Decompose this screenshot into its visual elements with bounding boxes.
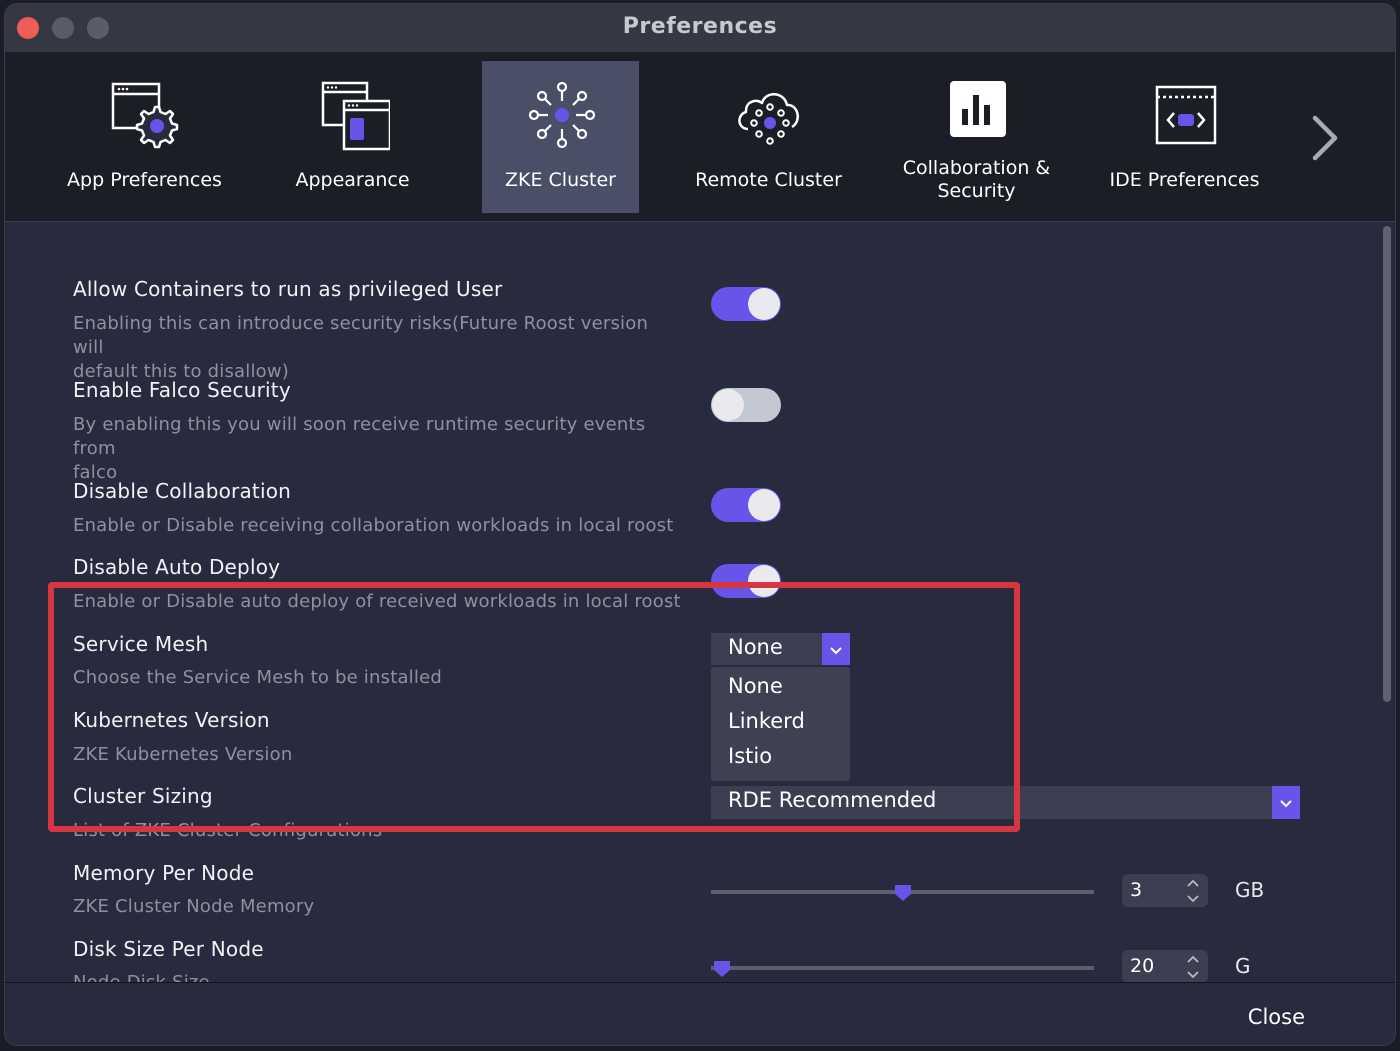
setting-title-falco: Enable Falco Security: [73, 378, 291, 402]
disk-stepper[interactable]: 20: [1122, 950, 1208, 982]
setting-title-service-mesh: Service Mesh: [73, 632, 209, 656]
preferences-window: Preferences App Preferences Appearance Z…: [5, 4, 1395, 1045]
cluster-sizing-selected-value: RDE Recommended: [728, 788, 937, 812]
preferences-toolbar: App Preferences Appearance ZKE Cluster R…: [5, 53, 1395, 222]
service-mesh-select[interactable]: None: [711, 633, 850, 665]
remote-cluster-icon: [738, 93, 799, 145]
tab-label-line2: Security: [937, 180, 1016, 202]
slider-thumb[interactable]: [713, 960, 731, 978]
stepper-arrows-icon[interactable]: [1186, 953, 1200, 981]
disable-auto-deploy-toggle[interactable]: [711, 564, 781, 598]
tab-remote-cluster[interactable]: Remote Cluster: [690, 61, 847, 213]
service-mesh-options: None Linkerd Istio: [711, 667, 850, 781]
tab-collaboration-security[interactable]: Collaboration & Security: [898, 61, 1055, 213]
setting-title-privileged: Allow Containers to run as privileged Us…: [73, 277, 503, 301]
vertical-scrollbar[interactable]: [1383, 226, 1391, 702]
tab-label: Remote Cluster: [695, 169, 842, 191]
memory-slider[interactable]: [711, 885, 1094, 901]
setting-title-kubernetes-version: Kubernetes Version: [73, 708, 270, 732]
memory-value: 3: [1130, 879, 1143, 901]
option-none[interactable]: None: [728, 674, 783, 698]
tab-label: App Preferences: [67, 169, 222, 191]
stepper-arrows-icon[interactable]: [1186, 877, 1200, 905]
footer-bar: Close: [5, 982, 1395, 1045]
close-button[interactable]: Close: [1248, 1005, 1305, 1029]
chevron-down-icon: [1280, 800, 1292, 808]
setting-title-memory: Memory Per Node: [73, 861, 255, 885]
privileged-user-toggle[interactable]: [711, 287, 781, 321]
tab-label: ZKE Cluster: [505, 169, 616, 191]
tab-label-line1: Collaboration &: [902, 157, 1051, 179]
disk-unit: G: [1235, 954, 1251, 978]
desc-line: Enabling this can introduce security ris…: [73, 313, 649, 358]
toggle-knob: [748, 288, 780, 320]
disable-collaboration-toggle[interactable]: [711, 488, 781, 522]
disk-slider[interactable]: [711, 961, 1094, 977]
setting-desc-memory: ZKE Cluster Node Memory: [73, 896, 315, 917]
service-mesh-selected-value: None: [728, 635, 783, 659]
setting-title-auto-deploy: Disable Auto Deploy: [73, 555, 281, 579]
tab-app-preferences[interactable]: App Preferences: [66, 61, 223, 213]
setting-desc-disk: Node Disk Size: [73, 971, 683, 982]
chevron-right-icon[interactable]: [1305, 113, 1345, 163]
setting-desc-falco: By enabling this you will soon receive r…: [73, 413, 683, 485]
setting-title-collaboration: Disable Collaboration: [73, 479, 292, 503]
tab-label: Collaboration & Security: [878, 157, 1075, 203]
toggle-knob: [748, 489, 780, 521]
option-istio[interactable]: Istio: [728, 744, 772, 768]
setting-desc-cluster-sizing: List of ZKE Cluster Configurations: [73, 820, 383, 841]
setting-title-disk: Disk Size Per Node: [73, 937, 264, 961]
toggle-knob: [748, 565, 780, 597]
tab-label: IDE Preferences: [1109, 169, 1260, 191]
disk-value: 20: [1130, 955, 1155, 977]
setting-desc-service-mesh: Choose the Service Mesh to be installed: [73, 667, 442, 688]
setting-desc-kubernetes-version: ZKE Kubernetes Version: [73, 744, 293, 765]
setting-title-cluster-sizing: Cluster Sizing: [73, 784, 213, 808]
ide-preferences-icon: [1155, 85, 1217, 145]
falco-security-toggle[interactable]: [711, 388, 781, 422]
toggle-knob: [712, 389, 744, 421]
tab-zke-cluster[interactable]: ZKE Cluster: [482, 61, 639, 213]
zke-cluster-icon: [528, 81, 596, 149]
slider-thumb[interactable]: [894, 884, 912, 902]
dropdown-caret[interactable]: [1272, 786, 1300, 819]
setting-desc-auto-deploy: Enable or Disable auto deploy of receive…: [73, 591, 681, 612]
title-bar: Preferences: [5, 4, 1395, 53]
tab-label: Appearance: [295, 169, 410, 191]
appearance-icon: [321, 81, 390, 151]
dropdown-caret[interactable]: [822, 633, 850, 665]
cluster-sizing-select[interactable]: RDE Recommended: [711, 786, 1300, 819]
option-linkerd[interactable]: Linkerd: [728, 709, 805, 733]
tab-ide-preferences[interactable]: IDE Preferences: [1106, 61, 1263, 213]
window-title: Preferences: [622, 14, 778, 39]
setting-desc-privileged: Enabling this can introduce security ris…: [73, 312, 683, 384]
collaboration-security-icon: [950, 81, 1006, 137]
tab-appearance[interactable]: Appearance: [274, 61, 431, 213]
memory-stepper[interactable]: 3: [1122, 874, 1208, 907]
app-preferences-icon: [111, 82, 179, 149]
memory-unit: GB: [1235, 878, 1265, 902]
desc-line: By enabling this you will soon receive r…: [73, 414, 646, 459]
setting-desc-collaboration: Enable or Disable receiving collaboratio…: [73, 515, 674, 536]
chevron-down-icon: [830, 647, 842, 655]
settings-panel: Allow Containers to run as privileged Us…: [5, 222, 1395, 982]
